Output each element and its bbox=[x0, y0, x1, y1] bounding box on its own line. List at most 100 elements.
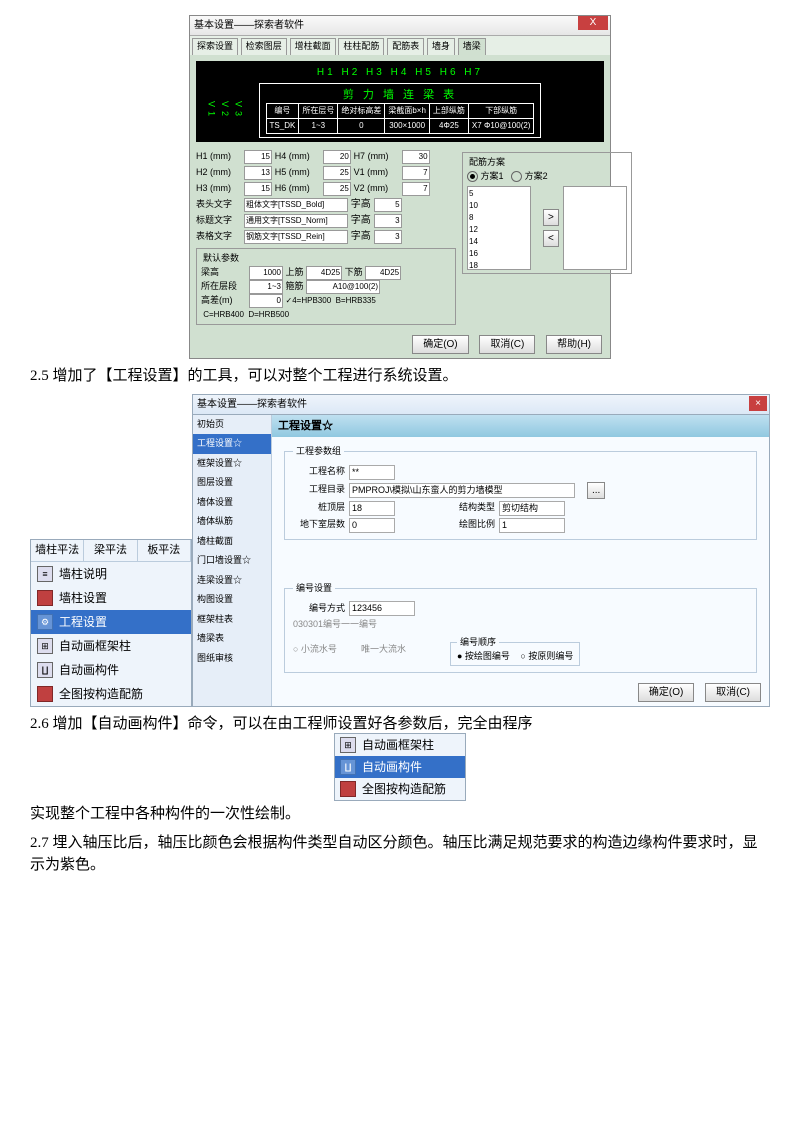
h3-input[interactable]: 15 bbox=[244, 182, 272, 196]
title-font-h[interactable]: 3 bbox=[374, 214, 402, 228]
bot-rebar[interactable]: 4D25 bbox=[365, 266, 401, 280]
tab-wallcol[interactable]: 墙柱平法 bbox=[31, 540, 84, 561]
close-icon[interactable]: X bbox=[578, 16, 608, 30]
doc-icon: ≡ bbox=[37, 566, 53, 582]
para-2.6a: 2.6 增加【自动画构件】命令，可以在由工程师设置好各参数后，完全由程序 bbox=[30, 713, 770, 736]
tab-beam[interactable]: 梁平法 bbox=[84, 540, 137, 561]
cad-table-title: 剪 力 墙 连 梁 表 bbox=[266, 87, 535, 104]
mi-auto-component[interactable]: ∐自动画构件 bbox=[31, 658, 191, 682]
mi-all-rebar[interactable]: 全图按构造配筋 bbox=[335, 778, 465, 800]
top-floor-input[interactable]: 18 bbox=[349, 501, 395, 516]
menu-wallcolumn: 墙柱平法 梁平法 板平法 ≡墙柱说明 墙柱设置 ⚙工程设置 ⊞自动画框架柱 ∐自… bbox=[30, 539, 192, 707]
tab-wallbeam[interactable]: 墙梁 bbox=[458, 38, 486, 55]
side-project[interactable]: 工程设置☆ bbox=[193, 434, 271, 454]
side-item[interactable]: 墙体设置 bbox=[193, 493, 271, 513]
mi-wallcol-set[interactable]: 墙柱设置 bbox=[31, 586, 191, 610]
h4-input[interactable]: 20 bbox=[323, 150, 351, 164]
h5-input[interactable]: 25 bbox=[323, 166, 351, 180]
move-right-button[interactable]: > bbox=[543, 209, 559, 226]
mi-auto-frame-col[interactable]: ⊞自动画框架柱 bbox=[335, 734, 465, 756]
v1-input[interactable]: 7 bbox=[402, 166, 430, 180]
rebar-scheme-group: 配筋方案 方案1 方案2 5 10 8 12 14 16 18 20 22 10… bbox=[462, 152, 632, 274]
gear-icon bbox=[37, 590, 53, 606]
scheme2-radio[interactable] bbox=[511, 171, 522, 182]
scheme-list-left[interactable]: 5 10 8 12 14 16 18 20 22 10 25 bbox=[467, 186, 531, 270]
tab-slab[interactable]: 板平法 bbox=[138, 540, 191, 561]
help-button[interactable]: 帮助(H) bbox=[546, 335, 602, 354]
browse-button[interactable]: ... bbox=[587, 482, 605, 499]
side-item[interactable]: 图纸审核 bbox=[193, 649, 271, 669]
cad-preview: H1 H2 H3 H4 H5 H6 H7 剪 力 墙 连 梁 表 编号所在层号绝… bbox=[196, 61, 604, 143]
side-item[interactable]: 门口墙设置☆ bbox=[193, 551, 271, 571]
scale-input[interactable]: 1 bbox=[499, 518, 565, 533]
tab-layer[interactable]: 检索图层 bbox=[241, 38, 287, 55]
fill-icon bbox=[340, 781, 356, 797]
beam-h-input[interactable]: 1000 bbox=[249, 266, 283, 280]
radio-by-draw[interactable]: ● 按绘图编号 bbox=[457, 651, 510, 661]
side-item[interactable]: 墙梁表 bbox=[193, 629, 271, 649]
h6-input[interactable]: 25 bbox=[323, 182, 351, 196]
side-item[interactable]: 墙体纵筋 bbox=[193, 512, 271, 532]
close-icon[interactable]: × bbox=[749, 396, 767, 411]
v2-input[interactable]: 7 bbox=[402, 182, 430, 196]
mi-project-set[interactable]: ⚙工程设置 bbox=[31, 610, 191, 634]
side-item[interactable]: 构图设置 bbox=[193, 590, 271, 610]
radio-large[interactable]: 唯一大流水 bbox=[361, 643, 406, 657]
dlg2-sidebar: 初始页 工程设置☆ 框架设置☆ 图层设置 墙体设置 墙体纵筋 墙柱截面 门口墙设… bbox=[193, 415, 272, 706]
side-init[interactable]: 初始页 bbox=[193, 415, 271, 435]
column-icon: ∐ bbox=[37, 662, 53, 678]
stirrup-input[interactable]: A10@100(2) bbox=[306, 280, 380, 294]
dialog-basic-settings: 基本设置——探索者软件 X 探索设置 检索图层 增柱截面 柱柱配筋 配筋表 墙身… bbox=[189, 15, 611, 359]
mi-wallcol-desc[interactable]: ≡墙柱说明 bbox=[31, 562, 191, 586]
mi-all-rebar[interactable]: 全图按构造配筋 bbox=[31, 682, 191, 706]
radio-small[interactable]: ○ 小流水号 bbox=[293, 643, 337, 657]
fill-icon bbox=[37, 686, 53, 702]
ok-button[interactable]: 确定(O) bbox=[638, 683, 694, 702]
para-2.6b: 实现整个工程中各种构件的一次性绘制。 bbox=[30, 803, 770, 826]
side-item[interactable]: 连梁设置☆ bbox=[193, 571, 271, 591]
cad-table: 编号所在层号绝对标高差梁截面b×h上部纵筋下部纵筋 TS_DK1~30300×1… bbox=[266, 103, 535, 134]
dialog1-tabs: 探索设置 检索图层 增柱截面 柱柱配筋 配筋表 墙身 墙梁 bbox=[190, 36, 610, 55]
tab-section[interactable]: 增柱截面 bbox=[290, 38, 336, 55]
h7-input[interactable]: 30 bbox=[402, 150, 430, 164]
dlg2-title: 基本设置——探索者软件 bbox=[197, 399, 307, 410]
header-font-h[interactable]: 5 bbox=[374, 198, 402, 212]
proj-name-input[interactable]: ** bbox=[349, 465, 395, 480]
basement-input[interactable]: 0 bbox=[349, 518, 395, 533]
table-font-select[interactable]: 钢筋文字[TSSD_Rein] bbox=[244, 230, 348, 244]
side-item[interactable]: 框架柱表 bbox=[193, 610, 271, 630]
move-left-button[interactable]: < bbox=[543, 230, 559, 247]
num-method-select[interactable]: 123456 bbox=[349, 601, 415, 616]
mi-auto-component[interactable]: ∐自动画构件 bbox=[335, 756, 465, 778]
radio-by-rule[interactable]: ○ 按原则编号 bbox=[520, 651, 573, 661]
numbering-group: 编号设置 编号方式123456 030301编号一一编号 ○ 小流水号 唯一大流… bbox=[284, 582, 757, 673]
proj-dir-input[interactable]: PMPROJ\模拟\山东蛮人的剪力墙模型 bbox=[349, 483, 575, 498]
tab-explore[interactable]: 探索设置 bbox=[192, 38, 238, 55]
title-font-select[interactable]: 通用文字[TSSD_Norm] bbox=[244, 214, 348, 228]
side-item[interactable]: 墙柱截面 bbox=[193, 532, 271, 552]
mi-auto-frame-col[interactable]: ⊞自动画框架柱 bbox=[31, 634, 191, 658]
struct-type-select[interactable]: 剪切结构 bbox=[499, 501, 565, 516]
cancel-button[interactable]: 取消(C) bbox=[479, 335, 535, 354]
dlg2-header: 工程设置☆ bbox=[272, 415, 769, 438]
tab-reinforce[interactable]: 柱柱配筋 bbox=[338, 38, 384, 55]
cad-v-labels: V3 V2 V1 bbox=[204, 101, 245, 143]
h1-input[interactable]: 15 bbox=[244, 150, 272, 164]
elev-diff[interactable]: 0 bbox=[249, 294, 283, 308]
floors-input[interactable]: 1~3 bbox=[249, 280, 283, 294]
side-item[interactable]: 图层设置 bbox=[193, 473, 271, 493]
top-rebar[interactable]: 4D25 bbox=[306, 266, 342, 280]
tab-rebar-table[interactable]: 配筋表 bbox=[387, 38, 424, 55]
h2-input[interactable]: 13 bbox=[244, 166, 272, 180]
scheme-list-right[interactable] bbox=[563, 186, 627, 270]
cancel-button[interactable]: 取消(C) bbox=[705, 683, 761, 702]
header-font-select[interactable]: 粗体文字[TSSD_Bold] bbox=[244, 198, 348, 212]
project-params-group: 工程参数组 工程名称** 工程目录PMPROJ\模拟\山东蛮人的剪力墙模型 ..… bbox=[284, 445, 757, 540]
table-font-h[interactable]: 3 bbox=[374, 230, 402, 244]
side-item[interactable]: 框架设置☆ bbox=[193, 454, 271, 474]
ok-button[interactable]: 确定(O) bbox=[412, 335, 468, 354]
para-2.7: 2.7 埋入轴压比后，轴压比颜色会根据构件类型自动区分颜色。轴压比满足规范要求的… bbox=[30, 832, 770, 877]
scheme1-radio[interactable] bbox=[467, 171, 478, 182]
gear-icon: ⚙ bbox=[37, 614, 53, 630]
tab-wall[interactable]: 墙身 bbox=[427, 38, 455, 55]
